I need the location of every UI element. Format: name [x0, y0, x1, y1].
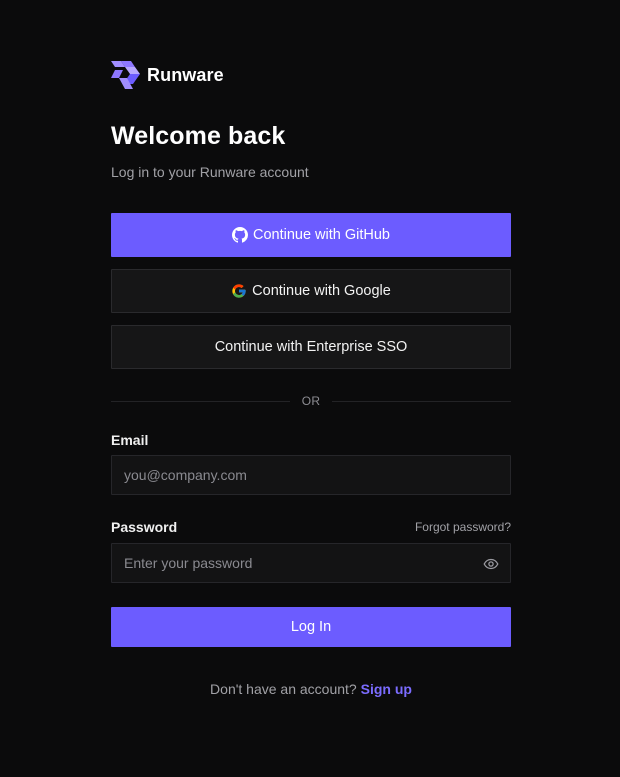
login-button[interactable]: Log In — [111, 607, 511, 647]
password-input[interactable] — [112, 544, 510, 582]
show-password-eye-icon[interactable] — [483, 556, 499, 572]
sso-button-label: Continue with Enterprise SSO — [214, 339, 408, 355]
divider-line-right — [332, 400, 512, 402]
signup-prompt-text: Don't have an account? — [210, 681, 357, 697]
google-icon — [231, 283, 247, 299]
email-input[interactable] — [112, 456, 510, 494]
page-title: Welcome back — [111, 122, 286, 150]
login-card: Runware Welcome back Log in to your Runw… — [111, 60, 512, 697]
google-button-label: Continue with Google — [252, 283, 391, 299]
login-page: Runware Welcome back Log in to your Runw… — [0, 0, 620, 777]
signup-prompt: Don't have an account? Sign up — [111, 681, 511, 697]
brand: Runware — [111, 60, 511, 90]
email-field-wrapper — [111, 455, 511, 495]
github-button-label: Continue with GitHub — [252, 227, 390, 243]
continue-with-sso-button[interactable]: Continue with Enterprise SSO — [111, 325, 511, 369]
or-divider: OR — [111, 393, 512, 409]
brand-name: Runware — [147, 64, 224, 85]
forgot-password-link[interactable]: Forgot password? — [415, 520, 511, 534]
page-subtitle: Log in to your Runware account — [111, 164, 309, 180]
divider-text: OR — [301, 394, 321, 408]
runware-logo-icon — [111, 61, 140, 89]
password-label: Password — [111, 519, 178, 535]
divider-line-left — [111, 400, 290, 402]
continue-with-google-button[interactable]: Continue with Google — [111, 269, 511, 313]
password-field-wrapper — [111, 543, 511, 583]
signup-link[interactable]: Sign up — [361, 681, 412, 697]
email-label: Email — [111, 432, 149, 448]
github-icon — [231, 227, 248, 243]
continue-with-github-button[interactable]: Continue with GitHub — [111, 213, 511, 257]
